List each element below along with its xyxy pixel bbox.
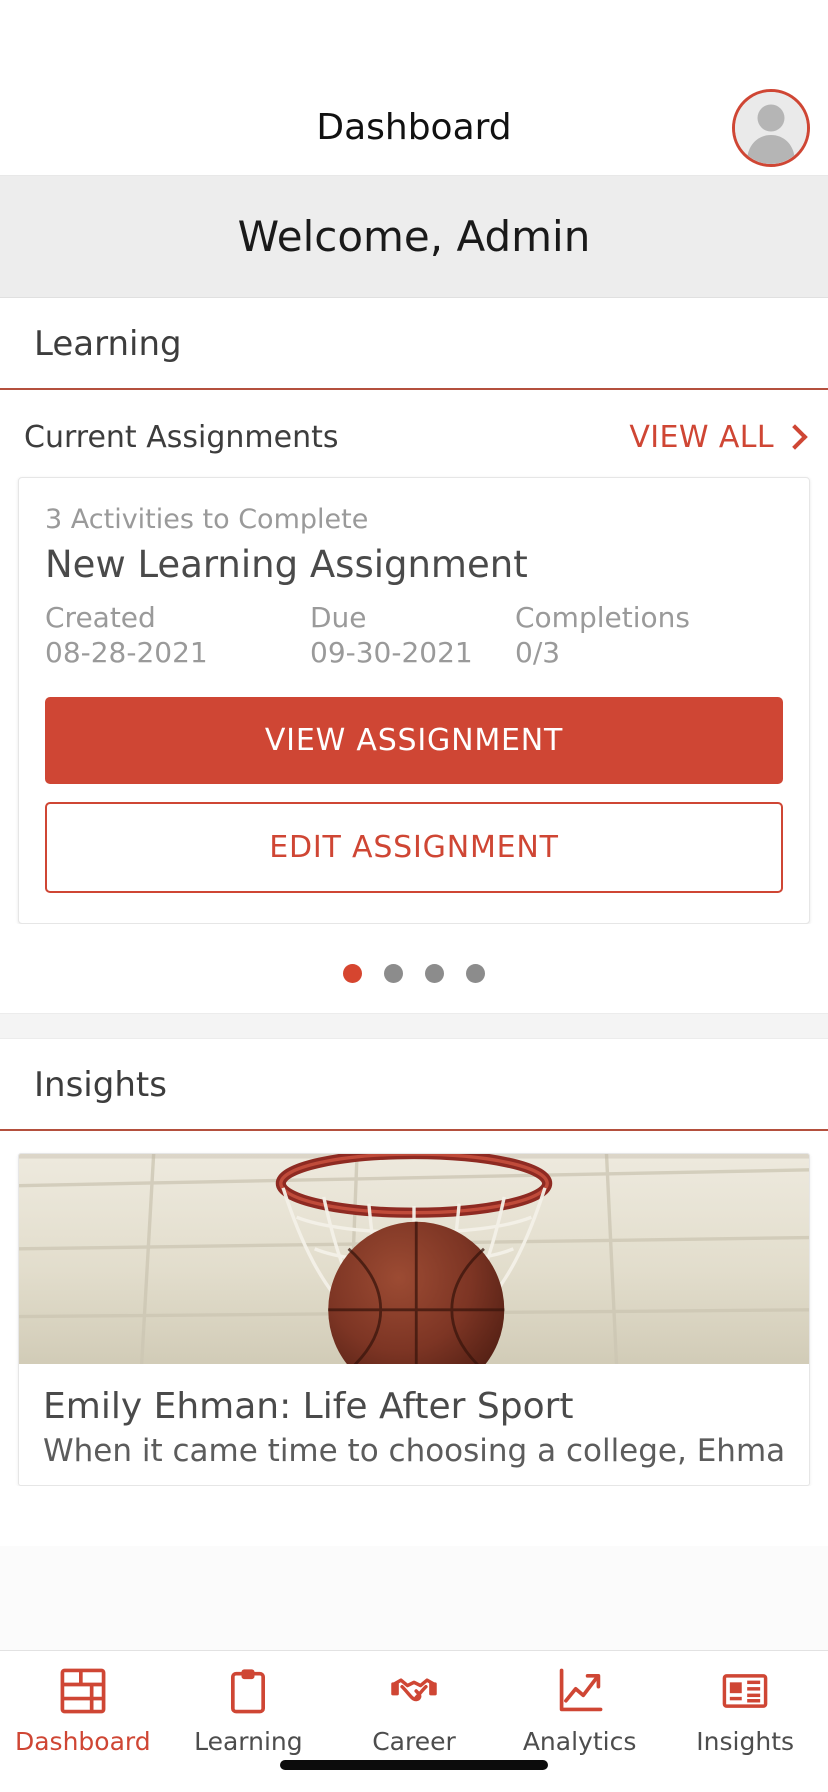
nav-item-dashboard[interactable]: Dashboard	[0, 1665, 166, 1756]
bottom-navigation-bar: Dashboard Learning Career Analytics Insi…	[0, 1650, 828, 1792]
activities-to-complete: 3 Activities to Complete	[45, 504, 369, 535]
handshake-icon	[391, 1678, 437, 1702]
insight-card-body: Emily Ehman: Life After Sport When it ca…	[19, 1364, 809, 1485]
meta-label-created: Created	[45, 601, 156, 634]
meta-created: Created 08-28-2021	[45, 600, 310, 671]
section-header-insights: Insights	[0, 1039, 828, 1132]
hoop-illustration	[19, 1154, 809, 1365]
nav-label-dashboard: Dashboard	[14, 1727, 151, 1756]
view-all-label: VIEW ALL	[629, 420, 774, 455]
app-screen: Dashboard Welcome, Admin Learning Curren…	[0, 0, 828, 1792]
meta-value-completions: 0/3	[515, 636, 561, 669]
nav-label-analytics: Analytics	[522, 1727, 637, 1756]
welcome-text: Welcome, Admin	[237, 212, 591, 261]
trending-up-chart-icon	[559, 1668, 603, 1712]
basketball-through-hoop-image	[19, 1154, 809, 1365]
nav-item-career[interactable]: Career	[331, 1665, 497, 1756]
nav-label-learning: Learning	[194, 1727, 303, 1756]
nav-label-career: Career	[372, 1727, 456, 1756]
nav-item-insights[interactable]: Insights	[662, 1665, 828, 1756]
assignment-title: New Learning Assignment	[45, 543, 528, 586]
edit-assignment-button[interactable]: EDIT ASSIGNMENT	[45, 802, 783, 894]
home-indicator[interactable]	[280, 1760, 548, 1770]
meta-value-created: 08-28-2021	[45, 636, 208, 669]
meta-label-due: Due	[310, 601, 367, 634]
carousel-dot-2[interactable]	[384, 964, 403, 984]
nav-item-learning[interactable]: Learning	[166, 1665, 332, 1756]
status-bar	[0, 0, 828, 80]
current-assignments-row: Current Assignments VIEW ALL	[0, 390, 828, 477]
section-header-learning: Learning	[0, 298, 828, 390]
insight-card-wrapper: Emily Ehman: Life After Sport When it ca…	[0, 1131, 828, 1487]
top-app-bar: Dashboard	[0, 80, 828, 176]
clipboard-icon	[231, 1669, 266, 1714]
avatar[interactable]	[732, 88, 810, 167]
welcome-banner: Welcome, Admin	[0, 176, 828, 298]
carousel-dot-4[interactable]	[466, 964, 485, 984]
newspaper-icon	[722, 1674, 768, 1708]
assignment-card[interactable]: 3 Activities to Complete New Learning As…	[18, 477, 810, 925]
section-divider	[0, 1013, 828, 1040]
section-title-learning: Learning	[34, 324, 182, 364]
current-assignments-label: Current Assignments	[24, 420, 339, 455]
meta-label-completions: Completions	[515, 601, 690, 634]
carousel-dot-3[interactable]	[425, 964, 444, 984]
meta-value-due: 09-30-2021	[310, 636, 473, 669]
nav-item-analytics[interactable]: Analytics	[497, 1665, 663, 1756]
insight-description: When it came time to choosing a college,…	[43, 1433, 785, 1470]
nav-label-insights: Insights	[696, 1727, 795, 1756]
page-title: Dashboard	[316, 107, 512, 148]
bottom-spacer	[0, 1486, 828, 1547]
dashboard-grid-icon	[60, 1668, 106, 1714]
meta-due: Due 09-30-2021	[310, 600, 515, 671]
user-avatar-icon	[735, 91, 807, 164]
insight-card[interactable]: Emily Ehman: Life After Sport When it ca…	[18, 1153, 810, 1487]
carousel-dot-1[interactable]	[343, 964, 362, 984]
assignment-card-wrapper: 3 Activities to Complete New Learning As…	[0, 477, 828, 925]
scroll-content[interactable]: Learning Current Assignments VIEW ALL 3 …	[0, 298, 828, 1792]
assignment-meta-row: Created 08-28-2021 Due 09-30-2021 Comple…	[45, 600, 783, 671]
meta-completions: Completions 0/3	[515, 600, 690, 671]
view-all-button[interactable]: VIEW ALL	[629, 420, 808, 455]
chevron-right-icon	[782, 423, 808, 450]
view-assignment-button[interactable]: VIEW ASSIGNMENT	[45, 697, 783, 785]
carousel-pagination[interactable]	[0, 924, 828, 1014]
section-title-insights: Insights	[34, 1065, 167, 1106]
insight-title: Emily Ehman: Life After Sport	[43, 1386, 574, 1428]
